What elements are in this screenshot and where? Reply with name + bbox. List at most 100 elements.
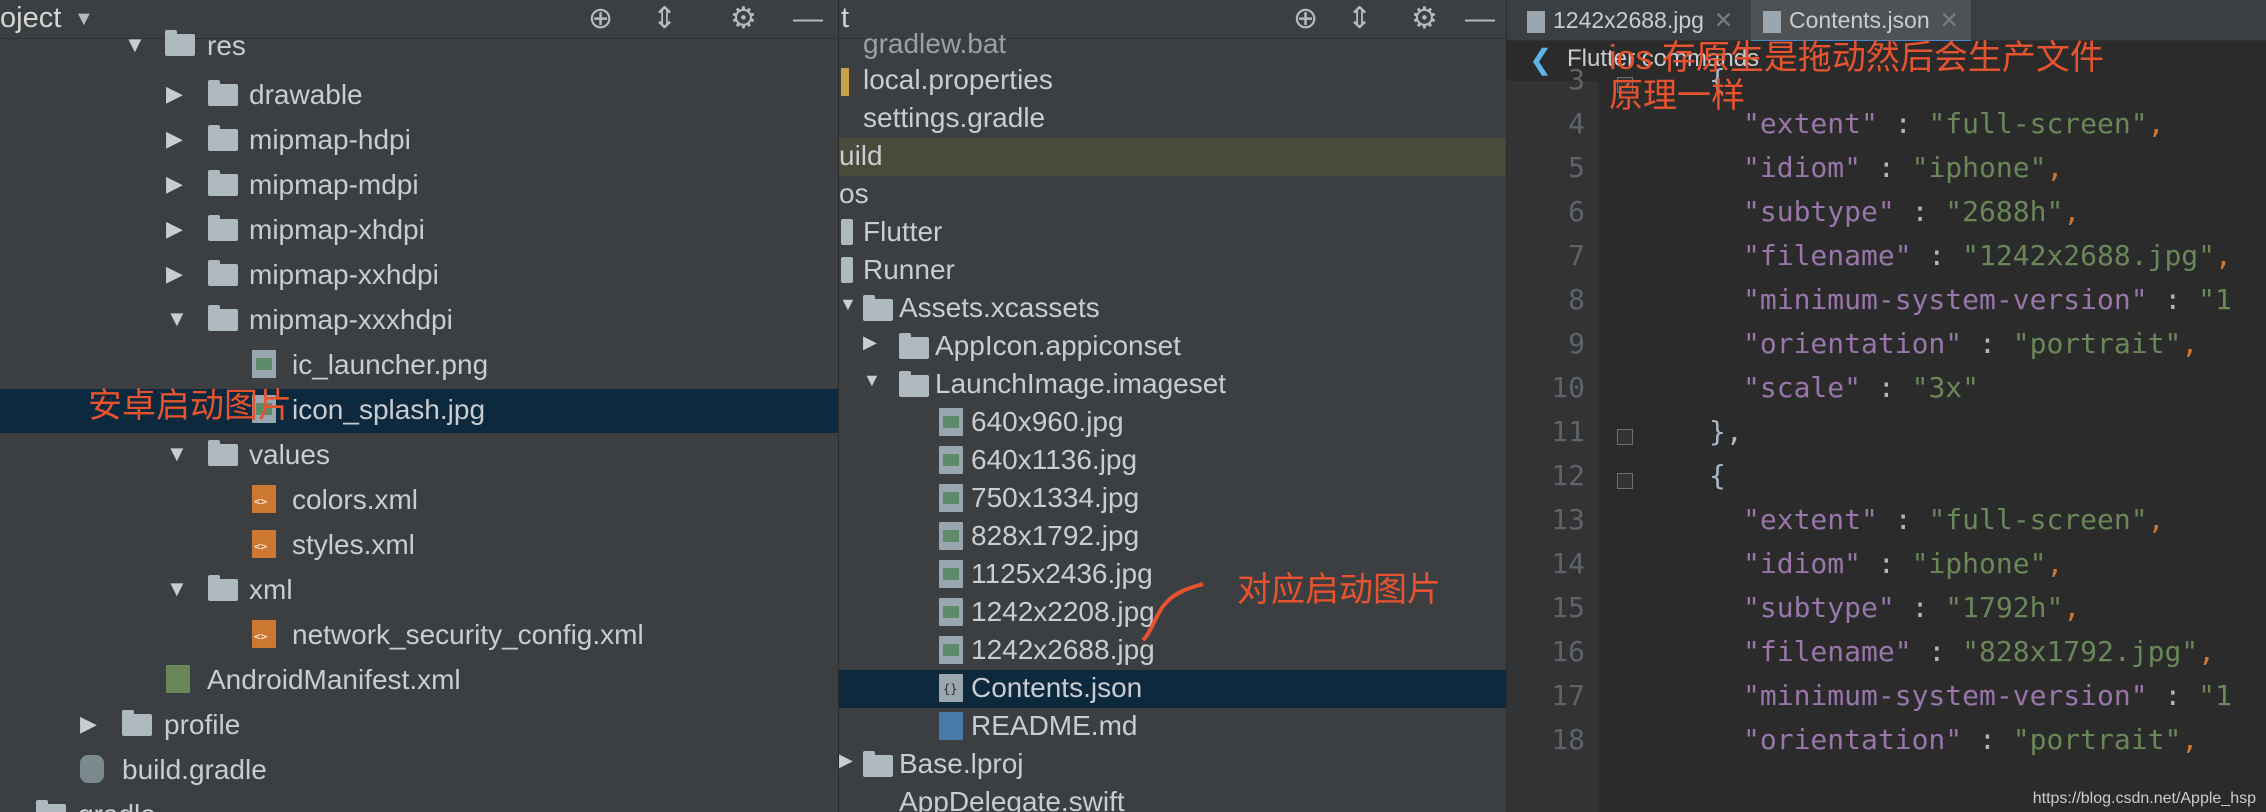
tree-row-mipmap-xhdpi[interactable]: ▶ mipmap-xhdpi: [0, 209, 839, 253]
gradle-file-icon: [80, 755, 104, 783]
tree-row-base-lproj[interactable]: ▶ Base.lproj: [839, 746, 1507, 784]
tree-row-appdelegate[interactable]: AppDelegate.swift: [839, 784, 1507, 812]
chevron-right-icon[interactable]: ▶: [166, 81, 183, 107]
tree-row-runner[interactable]: Runner: [839, 252, 1507, 290]
json-key: "orientation": [1743, 723, 1963, 756]
json-key: "subtype": [1743, 591, 1895, 624]
tree-item-label: Base.lproj: [899, 748, 1024, 779]
fold-marker-icon[interactable]: [1617, 429, 1633, 445]
tree-row-launchimage[interactable]: ▼ LaunchImage.imageset: [839, 366, 1507, 404]
ios-splash-annotation: 对应启动图片: [1237, 571, 1441, 609]
tree-item-label: mipmap-xxxhdpi: [249, 304, 453, 335]
tree-row-styles[interactable]: styles.xml: [0, 524, 839, 568]
chevron-down-icon[interactable]: ▼: [863, 370, 881, 391]
tree-row-local-properties[interactable]: local.properties: [839, 62, 1507, 100]
fold-marker-icon[interactable]: [1617, 473, 1633, 489]
tree-row-gradlew-bat[interactable]: gradlew.bat: [839, 28, 1507, 62]
chevron-right-icon[interactable]: ▶: [839, 750, 853, 771]
tree-row-profile[interactable]: ▶ profile: [0, 704, 839, 748]
line-number: 14: [1551, 547, 1585, 580]
tree-item-label: LaunchImage.imageset: [935, 368, 1227, 399]
code-line: "scale" : "3x": [1743, 371, 1980, 404]
line-number: 9: [1568, 327, 1585, 360]
markdown-file-icon: [939, 712, 963, 740]
tree-row-readme[interactable]: README.md: [839, 708, 1507, 746]
folder-icon: [841, 257, 853, 283]
tree-row-828x1792[interactable]: 828x1792.jpg: [839, 518, 1507, 556]
json-value: "1: [2198, 679, 2232, 712]
tree-item-label: styles.xml: [292, 529, 415, 560]
tree-item-label: AppDelegate.swift: [899, 786, 1125, 812]
json-key: "minimum-system-version": [1743, 679, 2148, 712]
folder-icon: [208, 305, 238, 331]
tree-row-mipmap-xxxhdpi[interactable]: ▼ mipmap-xxxhdpi: [0, 299, 839, 343]
chevron-right-icon[interactable]: ▶: [80, 711, 97, 737]
tree-row-flutter[interactable]: Flutter: [839, 214, 1507, 252]
json-value: "828x1792.jpg": [1962, 635, 2199, 668]
image-file-icon: [939, 484, 963, 512]
code-line: "filename" : "828x1792.jpg",: [1743, 635, 2216, 668]
tree-row-build[interactable]: uild: [839, 138, 1507, 176]
json-key: "orientation": [1743, 327, 1963, 360]
folder-icon: [899, 371, 929, 397]
chevron-right-icon[interactable]: ▶: [166, 126, 183, 152]
tree-row-mipmap-xxhdpi[interactable]: ▶ mipmap-xxhdpi: [0, 254, 839, 298]
tree-row-640x960[interactable]: 640x960.jpg: [839, 404, 1507, 442]
tree-item-label: colors.xml: [292, 484, 419, 515]
chevron-down-icon[interactable]: ▼: [166, 441, 188, 467]
folder-icon: [899, 333, 929, 359]
editor-panel: 1242x2688.jpg ✕ Contents.json ✕ ❮ Flutter …: [1507, 0, 2266, 812]
tree-row-assets-xcassets[interactable]: ▼ Assets.xcassets: [839, 290, 1507, 328]
tree-row-appicon[interactable]: ▶ AppIcon.appiconset: [839, 328, 1507, 366]
tree-row-res[interactable]: ▼ res: [0, 30, 839, 66]
ios-annotation-line2: 原理一样: [1609, 77, 1745, 115]
tree-row-640x1136[interactable]: 640x1136.jpg: [839, 442, 1507, 480]
json-value: "iphone": [1911, 151, 2047, 184]
tree-item-label: profile: [164, 709, 241, 740]
json-key: "extent": [1743, 503, 1878, 536]
code-line: "orientation" : "portrait",: [1743, 723, 2199, 756]
tree-row-drawable[interactable]: ▶ drawable: [0, 74, 839, 118]
chevron-down-icon[interactable]: ▼: [166, 306, 188, 332]
json-key: "filename": [1743, 239, 1912, 272]
chevron-down-icon[interactable]: ▼: [124, 32, 146, 58]
tree-row-750x1334[interactable]: 750x1334.jpg: [839, 480, 1507, 518]
line-number: 16: [1551, 635, 1585, 668]
code-line: "filename" : "1242x2688.jpg",: [1743, 239, 2232, 272]
tree-row-ios[interactable]: os: [839, 176, 1507, 214]
tree-row-values[interactable]: ▼ values: [0, 434, 839, 478]
tree-row-android-manifest[interactable]: AndroidManifest.xml: [0, 659, 839, 703]
tree-item-label: xml: [249, 574, 293, 605]
json-file-icon: [939, 674, 963, 702]
tree-row-colors[interactable]: colors.xml: [0, 479, 839, 523]
folder-icon: [208, 575, 238, 601]
image-file-icon: [939, 560, 963, 588]
tree-item-label: settings.gradle: [863, 102, 1046, 133]
json-value: "2688h": [1945, 195, 2064, 228]
code-area[interactable]: 3 {4 "extent" : "full-screen", 5 "idiom" : "…: [1507, 63, 2266, 812]
tree-row-settings-gradle[interactable]: settings.gradle: [839, 100, 1507, 138]
chevron-down-icon[interactable]: ▼: [166, 576, 188, 602]
tree-row-xml[interactable]: ▼ xml: [0, 569, 839, 613]
chevron-right-icon[interactable]: ▶: [863, 332, 877, 353]
tree-item-label: res: [207, 30, 246, 61]
tree-item-label: Contents.json: [971, 672, 1143, 703]
tree-row-mipmap-hdpi[interactable]: ▶ mipmap-hdpi: [0, 119, 839, 163]
tree-row-network-security-config[interactable]: network_security_config.xml: [0, 614, 839, 658]
tree-row-gradle[interactable]: gradle: [0, 794, 839, 812]
tree-item-label: ic_launcher.png: [292, 349, 489, 380]
chevron-right-icon[interactable]: ▶: [166, 216, 183, 242]
line-number: 12: [1551, 459, 1585, 492]
tree-row-contents-json[interactable]: Contents.json: [839, 670, 1507, 708]
chevron-right-icon[interactable]: ▶: [166, 171, 183, 197]
image-file-icon: [939, 408, 963, 436]
tree-row-build-gradle[interactable]: build.gradle: [0, 749, 839, 793]
chevron-right-icon[interactable]: ▶: [166, 261, 183, 287]
line-number: 18: [1551, 723, 1585, 756]
image-file-icon: [939, 446, 963, 474]
json-value: "1792h": [1945, 591, 2064, 624]
image-file-icon: [939, 598, 963, 626]
tree-item-label: 828x1792.jpg: [971, 520, 1140, 551]
tree-row-mipmap-mdpi[interactable]: ▶ mipmap-mdpi: [0, 164, 839, 208]
chevron-down-icon[interactable]: ▼: [839, 294, 857, 315]
